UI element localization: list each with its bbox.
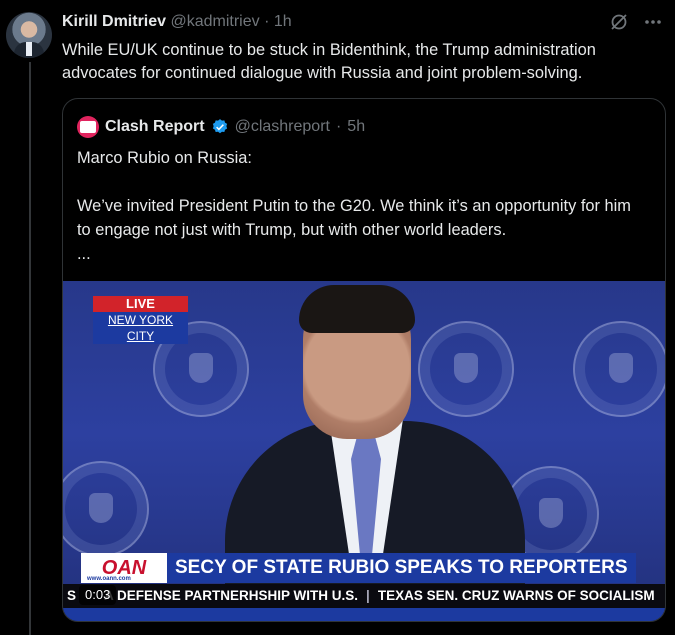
separator: · xyxy=(264,13,270,30)
tweet-actions xyxy=(609,12,663,32)
speaker-hair xyxy=(299,285,415,333)
chyron-headline: SECY OF STATE RUBIO SPEAKS TO REPORTERS xyxy=(167,553,636,583)
quote-avatar[interactable] xyxy=(77,116,99,138)
ticker-item-1: A DEFENSE PARTNERHSHIP WITH U.S. xyxy=(104,588,359,603)
author-name[interactable]: Kirill Dmitriev xyxy=(62,13,166,30)
quote-author-name[interactable]: Clash Report xyxy=(105,118,205,136)
quote-header: Clash Report @clashreport · 5h xyxy=(77,116,365,138)
thread-line xyxy=(29,62,31,635)
avatar-shirt xyxy=(26,42,32,56)
grok-icon[interactable] xyxy=(609,12,629,32)
ticker-fragment: S xyxy=(67,588,77,603)
seal-emblem-right xyxy=(573,321,665,417)
oan-logo: OAN www.oann.com xyxy=(81,553,167,583)
tweet-time[interactable]: 1h xyxy=(274,13,292,30)
quote-line-3: ... xyxy=(77,245,91,263)
tweet-header: Kirill Dmitriev @kadmitriev · 1h xyxy=(62,13,292,31)
ticker-bottom-bar xyxy=(63,608,665,621)
quote-text: Marco Rubio on Russia: We’ve invited Pre… xyxy=(77,146,647,266)
quote-line-2: We’ve invited President Putin to the G20… xyxy=(77,197,631,239)
news-chyron: OAN www.oann.com SECY OF STATE RUBIO SPE… xyxy=(81,553,636,583)
seal-emblem-lower-left xyxy=(63,461,149,557)
verified-icon xyxy=(212,119,227,134)
live-badge: LIVE NEW YORK CITY xyxy=(93,296,188,344)
ticker-item-2: TEXAS SEN. CRUZ WARNS OF SOCIALISM xyxy=(377,588,655,603)
quote-handle[interactable]: @clashreport xyxy=(235,118,330,136)
tweet-text: While EU/UK continue to be stuck in Bide… xyxy=(62,41,596,82)
video-timestamp: 0:03 xyxy=(79,585,117,605)
quote-line-1: Marco Rubio on Russia: xyxy=(77,149,252,167)
network-url: www.oann.com xyxy=(87,576,131,582)
quote-separator: · xyxy=(335,118,342,135)
avatar[interactable] xyxy=(6,12,52,58)
seal-emblem-center xyxy=(418,321,514,417)
quoted-tweet[interactable]: Clash Report @clashreport · 5h Marco Rub… xyxy=(62,98,666,622)
location-label: NEW YORK CITY xyxy=(93,312,188,344)
live-label: LIVE xyxy=(93,296,188,312)
ticker-separator: | xyxy=(366,588,370,603)
more-icon[interactable] xyxy=(643,12,663,32)
video-player[interactable]: LIVE NEW YORK CITY OAN www.oann.com SECY… xyxy=(63,281,665,621)
author-handle[interactable]: @kadmitriev xyxy=(170,13,259,30)
quote-time[interactable]: 5h xyxy=(347,118,365,136)
news-ticker: S A DEFENSE PARTNERHSHIP WITH U.S. | TEXAS … xyxy=(63,584,665,608)
